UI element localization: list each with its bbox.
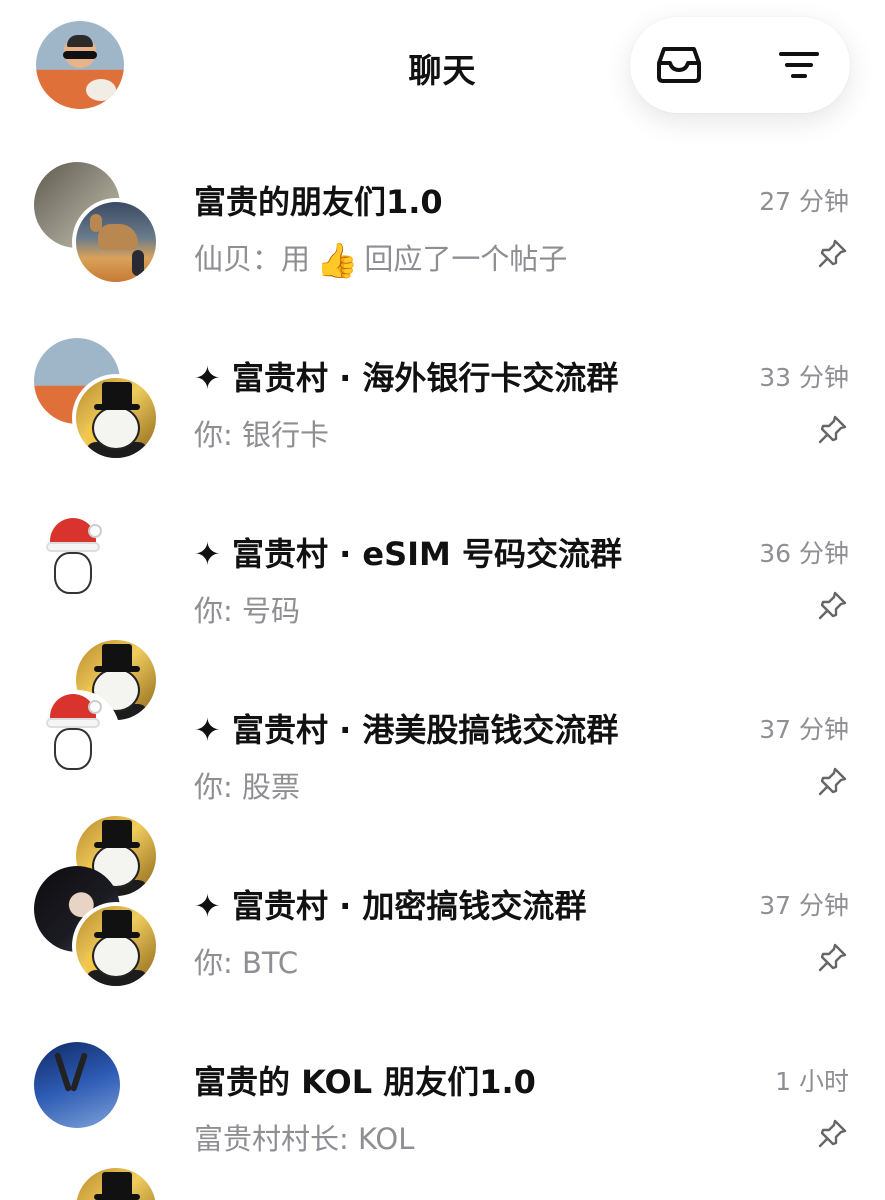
- chat-time: 33 分钟: [759, 363, 849, 392]
- pin-icon[interactable]: [816, 766, 848, 798]
- otter-face: [92, 934, 140, 978]
- chat-preview: 你: BTC: [194, 946, 299, 980]
- camel-body: [98, 224, 138, 250]
- top-hat-brim: [94, 932, 140, 938]
- chat-time: 1 小时: [775, 1067, 849, 1096]
- thumbs-up-emoji: 👍: [316, 241, 359, 281]
- top-bar: 聊天: [0, 0, 885, 135]
- child-figure: [132, 250, 144, 276]
- chat-name: ✦ 富贵村 · 港美股搞钱交流群: [194, 711, 619, 749]
- antelope-horn: [69, 1052, 89, 1092]
- member-avatar: [34, 514, 120, 600]
- chat-preview: 你: 号码: [194, 594, 300, 628]
- santa-hat-band: [46, 542, 100, 552]
- antelope-horn: [53, 1052, 73, 1092]
- pin-icon[interactable]: [816, 1118, 848, 1150]
- member-avatar: [34, 690, 120, 776]
- santa-face: [54, 728, 92, 770]
- header-actions: [630, 17, 850, 113]
- pin-icon[interactable]: [816, 238, 848, 270]
- pin-icon[interactable]: [816, 942, 848, 974]
- member-avatar: [72, 374, 160, 462]
- filter-icon: [779, 52, 819, 78]
- filter-button[interactable]: [772, 40, 826, 90]
- santa-face: [54, 552, 92, 594]
- inbox-button[interactable]: [652, 40, 706, 90]
- member-avatar: [72, 198, 160, 286]
- chat-name: 富贵的 KOL 朋友们1.0: [194, 1063, 536, 1101]
- chat-row[interactable]: 富贵的朋友们1.0 仙贝：用 👍 回应了一个帖子 27 分钟: [0, 162, 885, 338]
- chat-time: 37 分钟: [759, 891, 849, 920]
- chat-preview: 仙贝：用 👍 回应了一个帖子: [194, 236, 567, 281]
- chat-row[interactable]: ✦ 富贵村 · 海外银行卡交流群 你: 银行卡 33 分钟: [0, 338, 885, 514]
- top-hat-brim: [94, 1194, 140, 1200]
- chat-name: ✦ 富贵村 · eSIM 号码交流群: [194, 535, 623, 573]
- pin-icon[interactable]: [816, 590, 848, 622]
- chat-row[interactable]: 富贵的 KOL 朋友们1.0 富贵村村长: KOL 1 小时: [0, 1042, 885, 1200]
- preview-prefix: 仙贝：用: [194, 242, 311, 276]
- chat-name: ✦ 富贵村 · 海外银行卡交流群: [194, 359, 619, 397]
- chat-time: 37 分钟: [759, 715, 849, 744]
- chat-row[interactable]: ✦ 富贵村 · 加密搞钱交流群 你: BTC 37 分钟: [0, 866, 885, 1042]
- member-avatar: [34, 1042, 120, 1128]
- chat-row[interactable]: ✦ 富贵村 · eSIM 号码交流群 你: 号码 36 分钟: [0, 514, 885, 724]
- otter-face: [92, 406, 140, 450]
- group-avatar: [34, 866, 164, 996]
- group-avatar: [34, 338, 164, 468]
- top-hat-brim: [94, 404, 140, 410]
- group-avatar: [34, 690, 164, 900]
- group-avatar: [34, 162, 164, 292]
- inbox-icon: [657, 47, 701, 83]
- pin-icon[interactable]: [816, 414, 848, 446]
- santa-hat-pom: [88, 700, 102, 714]
- chat-name: ✦ 富贵村 · 加密搞钱交流群: [194, 887, 587, 925]
- member-avatar: [72, 902, 160, 990]
- preview-suffix: 回应了一个帖子: [364, 242, 568, 276]
- santa-hat-band: [46, 718, 100, 728]
- chat-name: 富贵的朋友们1.0: [194, 183, 443, 221]
- member-avatar: [72, 1164, 160, 1200]
- group-avatar: [34, 514, 164, 724]
- top-hat-brim: [94, 666, 140, 672]
- chat-row[interactable]: ✦ 富贵村 · 港美股搞钱交流群 你: 股票 37 分钟: [0, 690, 885, 900]
- santa-hat-pom: [88, 524, 102, 538]
- chat-preview: 你: 银行卡: [194, 418, 329, 452]
- chat-time: 36 分钟: [759, 539, 849, 568]
- group-avatar: [34, 1042, 164, 1200]
- top-hat-brim: [94, 842, 140, 848]
- chat-time: 27 分钟: [759, 187, 849, 216]
- chat-preview: 富贵村村长: KOL: [194, 1122, 415, 1156]
- chat-preview: 你: 股票: [194, 770, 300, 804]
